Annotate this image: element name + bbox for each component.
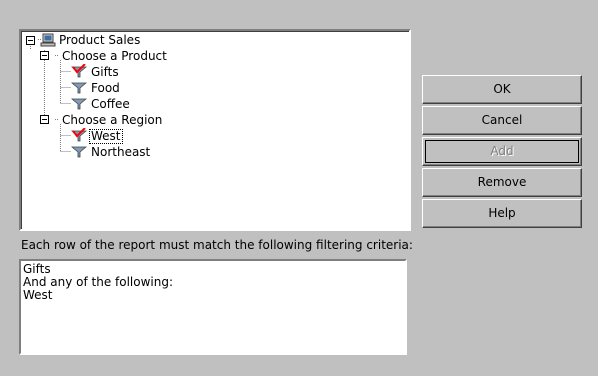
add-button[interactable]: Add — [422, 137, 582, 166]
collapse-toggle-region[interactable] — [40, 115, 49, 124]
filter-icon — [71, 98, 87, 110]
filter-icon — [71, 82, 87, 94]
tree-group-label: Choose a Region — [62, 113, 163, 127]
filter-checked-icon — [71, 128, 87, 142]
criteria-line: West — [23, 288, 53, 302]
tree-group-label: Choose a Product — [62, 49, 167, 63]
remove-button[interactable]: Remove — [422, 168, 582, 197]
tree-item-label: Gifts — [91, 65, 119, 79]
criteria-caption: Each row of the report must match the fo… — [21, 238, 413, 252]
filter-tree[interactable]: Product Sales Choose a Product Gifts Foo… — [19, 29, 411, 231]
filter-checked-icon — [71, 64, 87, 78]
filter-icon — [71, 146, 87, 158]
cancel-button[interactable]: Cancel — [422, 106, 582, 135]
help-button[interactable]: Help — [422, 199, 582, 228]
ok-button[interactable]: OK — [422, 75, 582, 104]
tree-item-label: West — [89, 129, 123, 144]
tree-item-label: Coffee — [91, 97, 130, 111]
collapse-toggle-product[interactable] — [40, 51, 49, 60]
collapse-toggle-root[interactable] — [26, 36, 35, 45]
tree-root-label: Product Sales — [59, 33, 141, 47]
tree-item-label: Food — [91, 81, 120, 95]
criteria-line: And any of the following: — [23, 275, 173, 289]
criteria-textbox[interactable]: Gifts And any of the following: West — [19, 259, 407, 355]
database-icon — [40, 33, 56, 47]
tree-item-label: Northeast — [91, 145, 151, 159]
